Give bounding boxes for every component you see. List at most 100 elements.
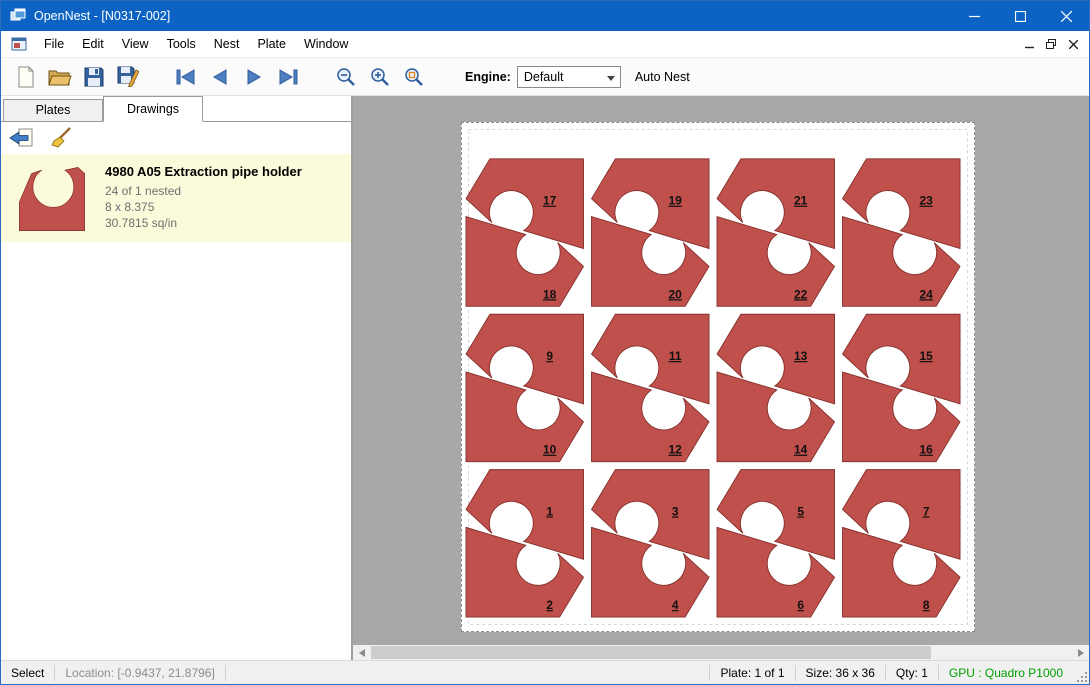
nest-canvas[interactable]: 171819202122232491011121314151612345678: [353, 96, 1089, 645]
part-number-label: 7: [923, 504, 930, 518]
part-thumbnail: [15, 164, 89, 232]
drawing-list-item[interactable]: 4980 A05 Extraction pipe holder 24 of 1 …: [1, 154, 351, 242]
zoom-out-button[interactable]: [329, 62, 363, 92]
previous-plate-button[interactable]: [203, 62, 237, 92]
new-file-icon: [16, 66, 36, 88]
part-number-label: 3: [672, 504, 679, 518]
chevron-down-icon: [607, 76, 615, 81]
part-number-label: 12: [669, 443, 683, 457]
part-number-label: 14: [794, 443, 808, 457]
nest-cell: 78: [843, 470, 961, 617]
first-plate-button[interactable]: [169, 62, 203, 92]
tab-strip: Plates Drawings: [1, 96, 351, 122]
part-number-label: 9: [546, 349, 553, 363]
menu-tools[interactable]: Tools: [158, 33, 205, 55]
status-plate: Plate: 1 of 1: [710, 666, 794, 680]
menu-window[interactable]: Window: [295, 33, 357, 55]
part-number-label: 20: [669, 287, 683, 301]
close-button[interactable]: [1043, 1, 1089, 31]
zoom-fit-button[interactable]: [397, 62, 431, 92]
nest-cell: 21 22: [717, 159, 835, 306]
mdi-restore-icon: [1046, 39, 1056, 49]
zoom-fit-icon: [404, 67, 424, 87]
drawing-nested-count: 24 of 1 nested: [105, 183, 302, 199]
send-back-button[interactable]: [7, 125, 35, 151]
nest-cell: 34: [591, 470, 709, 617]
plate[interactable]: 171819202122232491011121314151612345678: [461, 122, 975, 632]
mdi-minimize-button[interactable]: [1019, 34, 1039, 54]
scroll-left-icon[interactable]: [353, 645, 370, 660]
app-icon: [10, 8, 26, 24]
save-as-button[interactable]: [111, 62, 145, 92]
new-file-button[interactable]: [9, 62, 43, 92]
part-number-label: 6: [797, 598, 804, 612]
menu-plate[interactable]: Plate: [248, 33, 295, 55]
part-number-label: 22: [794, 287, 808, 301]
part-number-label: 5: [797, 504, 804, 518]
maximize-button[interactable]: [997, 1, 1043, 31]
part-number-label: 4: [672, 598, 679, 612]
nest-cell: 1516: [843, 314, 961, 461]
menu-view[interactable]: View: [113, 33, 158, 55]
nest-svg: 171819202122232491011121314151612345678: [462, 123, 974, 631]
zoom-in-icon: [370, 67, 390, 87]
title-bar: OpenNest - [N0317-002]: [1, 1, 1089, 31]
horizontal-scrollbar-row: [1, 645, 1089, 660]
mdi-restore-button[interactable]: [1041, 34, 1061, 54]
zoom-out-icon: [336, 67, 356, 87]
part-number-label: 19: [669, 194, 683, 208]
menu-bar: File Edit View Tools Nest Plate Window: [1, 31, 1089, 58]
window-title: OpenNest - [N0317-002]: [34, 9, 170, 23]
next-plate-button[interactable]: [237, 62, 271, 92]
part-number-label: 11: [669, 349, 682, 363]
engine-select-value: Default: [524, 70, 564, 84]
nest-cell: 11 12: [591, 314, 709, 461]
menu-nest[interactable]: Nest: [205, 33, 249, 55]
minimize-icon: [969, 11, 980, 22]
mdi-close-button[interactable]: [1063, 34, 1083, 54]
mdi-close-icon: [1069, 40, 1078, 49]
minimize-button[interactable]: [951, 1, 997, 31]
menu-file[interactable]: File: [35, 33, 73, 55]
nest-cell: 12: [466, 470, 584, 617]
part-number-label: 21: [794, 194, 808, 208]
status-mode: Select: [1, 666, 54, 680]
open-file-button[interactable]: [43, 62, 77, 92]
part-number-label: 2: [546, 598, 553, 612]
part-number-label: 17: [543, 194, 557, 208]
last-plate-button[interactable]: [271, 62, 305, 92]
page-back-arrow-icon: [9, 128, 33, 148]
save-button[interactable]: [77, 62, 111, 92]
part-number-label: 23: [920, 194, 934, 208]
menu-edit[interactable]: Edit: [73, 33, 113, 55]
previous-plate-icon: [211, 69, 229, 85]
nest-cell: 1314: [717, 314, 835, 461]
close-icon: [1061, 11, 1072, 22]
status-bar: Select Location: [-0.9437, 21.8796] Plat…: [1, 660, 1089, 684]
horizontal-scrollbar[interactable]: [353, 645, 1089, 660]
engine-select[interactable]: Default: [517, 66, 621, 88]
scroll-right-icon[interactable]: [1072, 645, 1089, 660]
zoom-in-button[interactable]: [363, 62, 397, 92]
engine-label: Engine:: [465, 70, 511, 84]
tab-plates[interactable]: Plates: [3, 99, 103, 121]
auto-nest-label[interactable]: Auto Nest: [635, 70, 690, 84]
open-folder-icon: [48, 67, 72, 87]
resize-grip[interactable]: [1073, 668, 1089, 684]
drawings-toolbar: [1, 122, 351, 154]
clear-button[interactable]: [47, 125, 75, 151]
nest-cell: 56: [717, 470, 835, 617]
horizontal-scrollbar-thumb[interactable]: [371, 646, 931, 659]
next-plate-icon: [245, 69, 263, 85]
status-qty: Qty: 1: [886, 666, 938, 680]
maximize-icon: [1015, 11, 1026, 22]
broom-icon: [50, 127, 72, 149]
document-icon: [11, 36, 27, 52]
left-panel: Plates Drawings 4980 A05 E: [1, 96, 353, 645]
first-plate-icon: [175, 69, 197, 85]
tab-drawings[interactable]: Drawings: [103, 96, 203, 122]
part-number-label: 15: [920, 349, 934, 363]
status-size: Size: 36 x 36: [796, 666, 885, 680]
drawing-size: 8 x 8.375: [105, 199, 302, 215]
part-number-label: 16: [920, 443, 934, 457]
